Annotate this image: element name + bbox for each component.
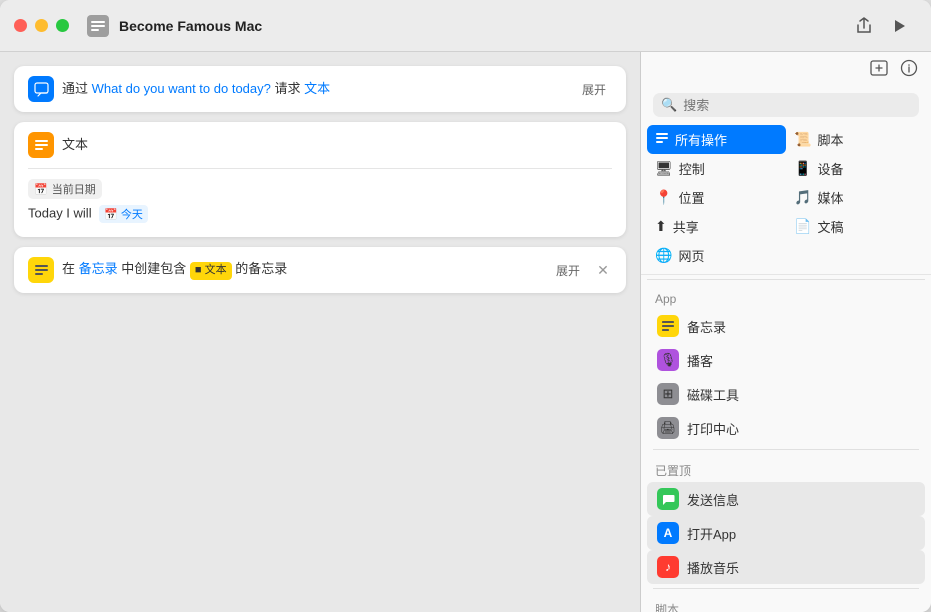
info-button[interactable]: [899, 58, 919, 83]
category-script[interactable]: 📜 脚本: [786, 125, 925, 154]
create-note-card: 在 备忘录 中创建包含 ■ 文本 的备忘录 展开 ✕: [14, 247, 626, 293]
play-button[interactable]: [889, 16, 909, 36]
text-card-label: 文本: [62, 136, 612, 154]
sidebar-item-notes[interactable]: 备忘录: [647, 309, 925, 343]
ask-input-expand[interactable]: 展开: [576, 79, 612, 100]
create-note-icon: [28, 257, 54, 283]
text-card-body: 📅 当前日期 Today I will 📅 今天: [14, 169, 626, 237]
web-icon: 🌐: [655, 247, 672, 264]
category-grid: 所有操作 📜 脚本 🖥 控制 📱 设备 📍 位置: [641, 121, 931, 275]
play-music-icon: ♪: [657, 556, 679, 578]
sidebar-item-disk-utility[interactable]: ⊞ 磁碟工具: [647, 377, 925, 411]
sidebar-divider: [647, 279, 925, 280]
main-window: Become Famous Mac: [0, 0, 931, 612]
ask-input-suffix2: 文本: [304, 81, 330, 96]
category-location[interactable]: 📍 位置: [647, 183, 786, 212]
media-icon: 🎵: [794, 189, 811, 206]
sidebar-item-print-center[interactable]: 🖨 打印中心: [647, 411, 925, 445]
add-action-button[interactable]: [869, 58, 889, 83]
print-center-icon: 🖨: [657, 417, 679, 439]
create-note-expand[interactable]: 展开: [550, 260, 586, 281]
document-icon: 📄: [794, 218, 811, 235]
share-icon: ⬆: [655, 218, 667, 235]
titlebar-actions: [853, 15, 909, 37]
category-device[interactable]: 📱 设备: [786, 154, 925, 183]
share-button[interactable]: [853, 15, 875, 37]
script-icon: 📜: [794, 131, 811, 148]
sidebar: 🔍 所有操作 📜 脚本: [641, 52, 931, 612]
text-token: ■ 文本: [190, 262, 232, 279]
pinned-divider: [653, 449, 919, 450]
ask-input-header: 通过 What do you want to do today? 请求 文本 展…: [14, 66, 626, 112]
ask-input-text: 通过 What do you want to do today? 请求 文本: [62, 80, 568, 98]
search-icon: 🔍: [661, 97, 677, 113]
category-control[interactable]: 🖥 控制: [647, 154, 786, 183]
pinned-section-header: 已置顶: [647, 454, 925, 482]
control-icon: 🖥: [655, 160, 673, 177]
open-app-icon: A: [657, 522, 679, 544]
ask-input-icon: [28, 76, 54, 102]
create-note-text: 在 备忘录 中创建包含 ■ 文本 的备忘录: [62, 260, 542, 279]
window-buttons: [14, 19, 69, 32]
sidebar-sections: App 备忘录 🎙 播客 ⊞: [641, 284, 931, 612]
create-note-actions: 展开 ✕: [550, 260, 612, 281]
minimize-button[interactable]: [35, 19, 48, 32]
search-bar: 🔍: [653, 93, 919, 117]
date-badge: 📅 当前日期: [28, 179, 102, 199]
category-web[interactable]: 🌐 网页: [647, 241, 786, 270]
device-icon: 📱: [794, 160, 811, 177]
podcasts-icon: 🎙: [657, 349, 679, 371]
text-card-icon: [28, 132, 54, 158]
note-app-label: 备忘录: [79, 261, 118, 276]
category-media[interactable]: 🎵 媒体: [786, 183, 925, 212]
workflow-area: 通过 What do you want to do today? 请求 文本 展…: [0, 52, 641, 612]
search-input[interactable]: [683, 98, 911, 113]
today-icon: 📅: [104, 208, 118, 221]
calendar-icon: 📅: [34, 183, 48, 196]
location-icon: 📍: [655, 189, 672, 206]
create-note-header: 在 备忘录 中创建包含 ■ 文本 的备忘录 展开 ✕: [14, 247, 626, 293]
category-all[interactable]: 所有操作: [647, 125, 786, 154]
notes-icon: [657, 315, 679, 337]
ask-input-actions: 展开: [576, 79, 612, 100]
app-section-header: App: [647, 284, 925, 309]
sidebar-item-messages[interactable]: 发送信息: [647, 482, 925, 516]
ask-input-question: What do you want to do today?: [92, 81, 271, 96]
text-card-header: 文本: [14, 122, 626, 168]
sidebar-item-podcasts[interactable]: 🎙 播客: [647, 343, 925, 377]
disk-utility-icon: ⊞: [657, 383, 679, 405]
close-button[interactable]: [14, 19, 27, 32]
ask-input-card: 通过 What do you want to do today? 请求 文本 展…: [14, 66, 626, 112]
today-badge: 📅 今天: [99, 205, 148, 223]
all-icon: [655, 131, 669, 148]
category-share[interactable]: ⬆ 共享: [647, 212, 786, 241]
create-note-suffix: 的备忘录: [235, 261, 287, 276]
script-divider: [653, 588, 919, 589]
text-body-content: Today I will 📅 今天: [28, 205, 612, 223]
maximize-button[interactable]: [56, 19, 69, 32]
main-content: 通过 What do you want to do today? 请求 文本 展…: [0, 52, 931, 612]
app-icon: [87, 15, 109, 37]
script-section-header: 脚本: [647, 593, 925, 612]
window-title: Become Famous Mac: [119, 18, 853, 34]
titlebar: Become Famous Mac: [0, 0, 931, 52]
sidebar-item-play-music[interactable]: ♪ 播放音乐: [647, 550, 925, 584]
category-document[interactable]: 📄 文稿: [786, 212, 925, 241]
create-note-prefix2: 中创建包含: [121, 261, 186, 276]
text-card: 文本 📅 当前日期 Today I will 📅 今天: [14, 122, 626, 237]
messages-icon: [657, 488, 679, 510]
sidebar-item-open-app[interactable]: A 打开App: [647, 516, 925, 550]
ask-input-prefix: 通过: [62, 81, 88, 96]
sidebar-top-buttons: [641, 52, 931, 87]
ask-input-suffix1: 请求: [275, 81, 301, 96]
create-note-close[interactable]: ✕: [594, 261, 612, 279]
